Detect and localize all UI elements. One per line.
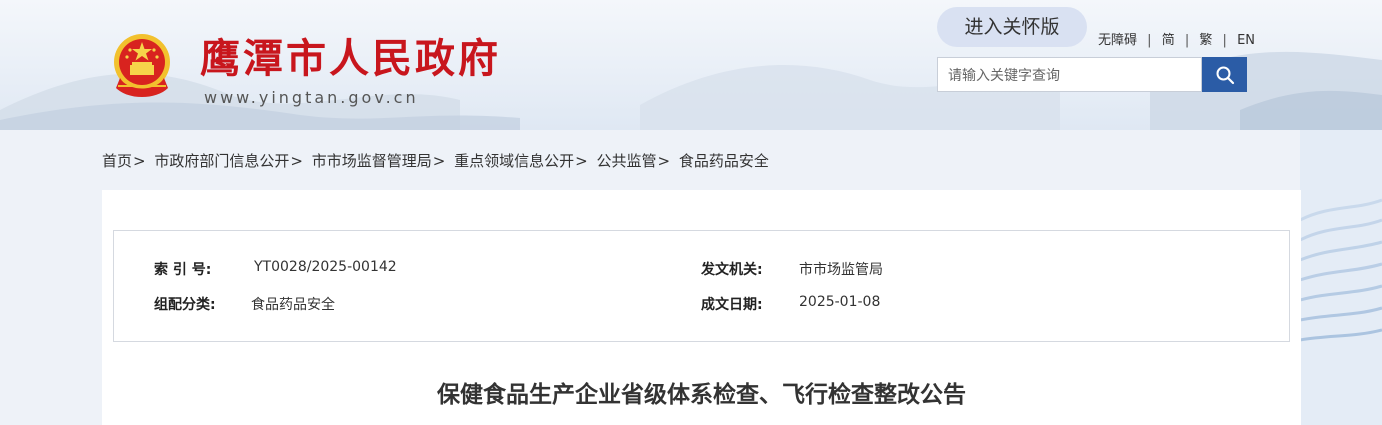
breadcrumb-public-supervision[interactable]: 公共监管 [597, 152, 657, 170]
issuing-authority-value: 市市场监管局 [799, 262, 883, 278]
article-panel: 索 引 号: YT0028/2025-00142 发文机关: 市市场监管局 组配… [102, 190, 1301, 425]
traditional-chinese-link[interactable]: 繁 [1199, 33, 1212, 48]
site-url: www.yingtan.gov.cn [204, 88, 419, 107]
link-separator: | [1184, 33, 1190, 48]
breadcrumb-separator: > [432, 152, 446, 170]
search-icon [1216, 66, 1234, 84]
breadcrumb-home[interactable]: 首页 [102, 152, 132, 170]
search-input[interactable] [937, 57, 1202, 92]
site-title[interactable]: 鹰潭市人民政府 [200, 26, 501, 84]
breadcrumb-market-bureau[interactable]: 市市场监督管理局 [312, 152, 432, 170]
link-separator: | [1147, 33, 1152, 48]
document-metadata-box: 索 引 号: YT0028/2025-00142 发文机关: 市市场监管局 组配… [113, 230, 1290, 342]
decorative-waves [1300, 130, 1382, 425]
link-separator: | [1222, 33, 1227, 48]
breadcrumb-separator: > [133, 152, 146, 170]
category-label: 组配分类: [154, 297, 216, 313]
breadcrumb-separator: > [290, 152, 303, 170]
top-links: 无障碍 | 简 | 繁 | EN [1098, 29, 1255, 48]
english-link[interactable]: EN [1237, 33, 1255, 48]
search-button[interactable] [1202, 57, 1247, 92]
issuing-authority-label: 发文机关: [701, 262, 763, 278]
breadcrumb-gov-dept-info[interactable]: 市政府部门信息公开 [154, 152, 289, 170]
site-header: 鹰潭市人民政府 www.yingtan.gov.cn 进入关怀版 无障碍 | 简… [0, 0, 1382, 130]
breadcrumb: 首页> 市政府部门信息公开> 市市场监督管理局> 重点领域信息公开> 公共监管>… [102, 150, 769, 171]
breadcrumb-key-areas[interactable]: 重点领域信息公开 [454, 152, 574, 170]
date-label: 成文日期: [701, 297, 763, 313]
breadcrumb-food-drug-safety[interactable]: 食品药品安全 [679, 152, 769, 170]
accessibility-link[interactable]: 无障碍 [1098, 33, 1137, 48]
index-number-label: 索 引 号: [154, 262, 212, 278]
article-title: 保健食品生产企业省级体系检查、飞行检查整改公告 [437, 382, 966, 408]
index-number-value: YT0028/2025-00142 [254, 259, 397, 275]
care-version-button[interactable]: 进入关怀版 [937, 7, 1087, 47]
breadcrumb-separator: > [657, 152, 671, 170]
national-emblem-icon [114, 34, 170, 97]
breadcrumb-separator: > [575, 152, 588, 170]
simplified-chinese-link[interactable]: 简 [1162, 33, 1175, 48]
date-value: 2025-01-08 [799, 294, 881, 310]
category-value: 食品药品安全 [251, 297, 335, 313]
